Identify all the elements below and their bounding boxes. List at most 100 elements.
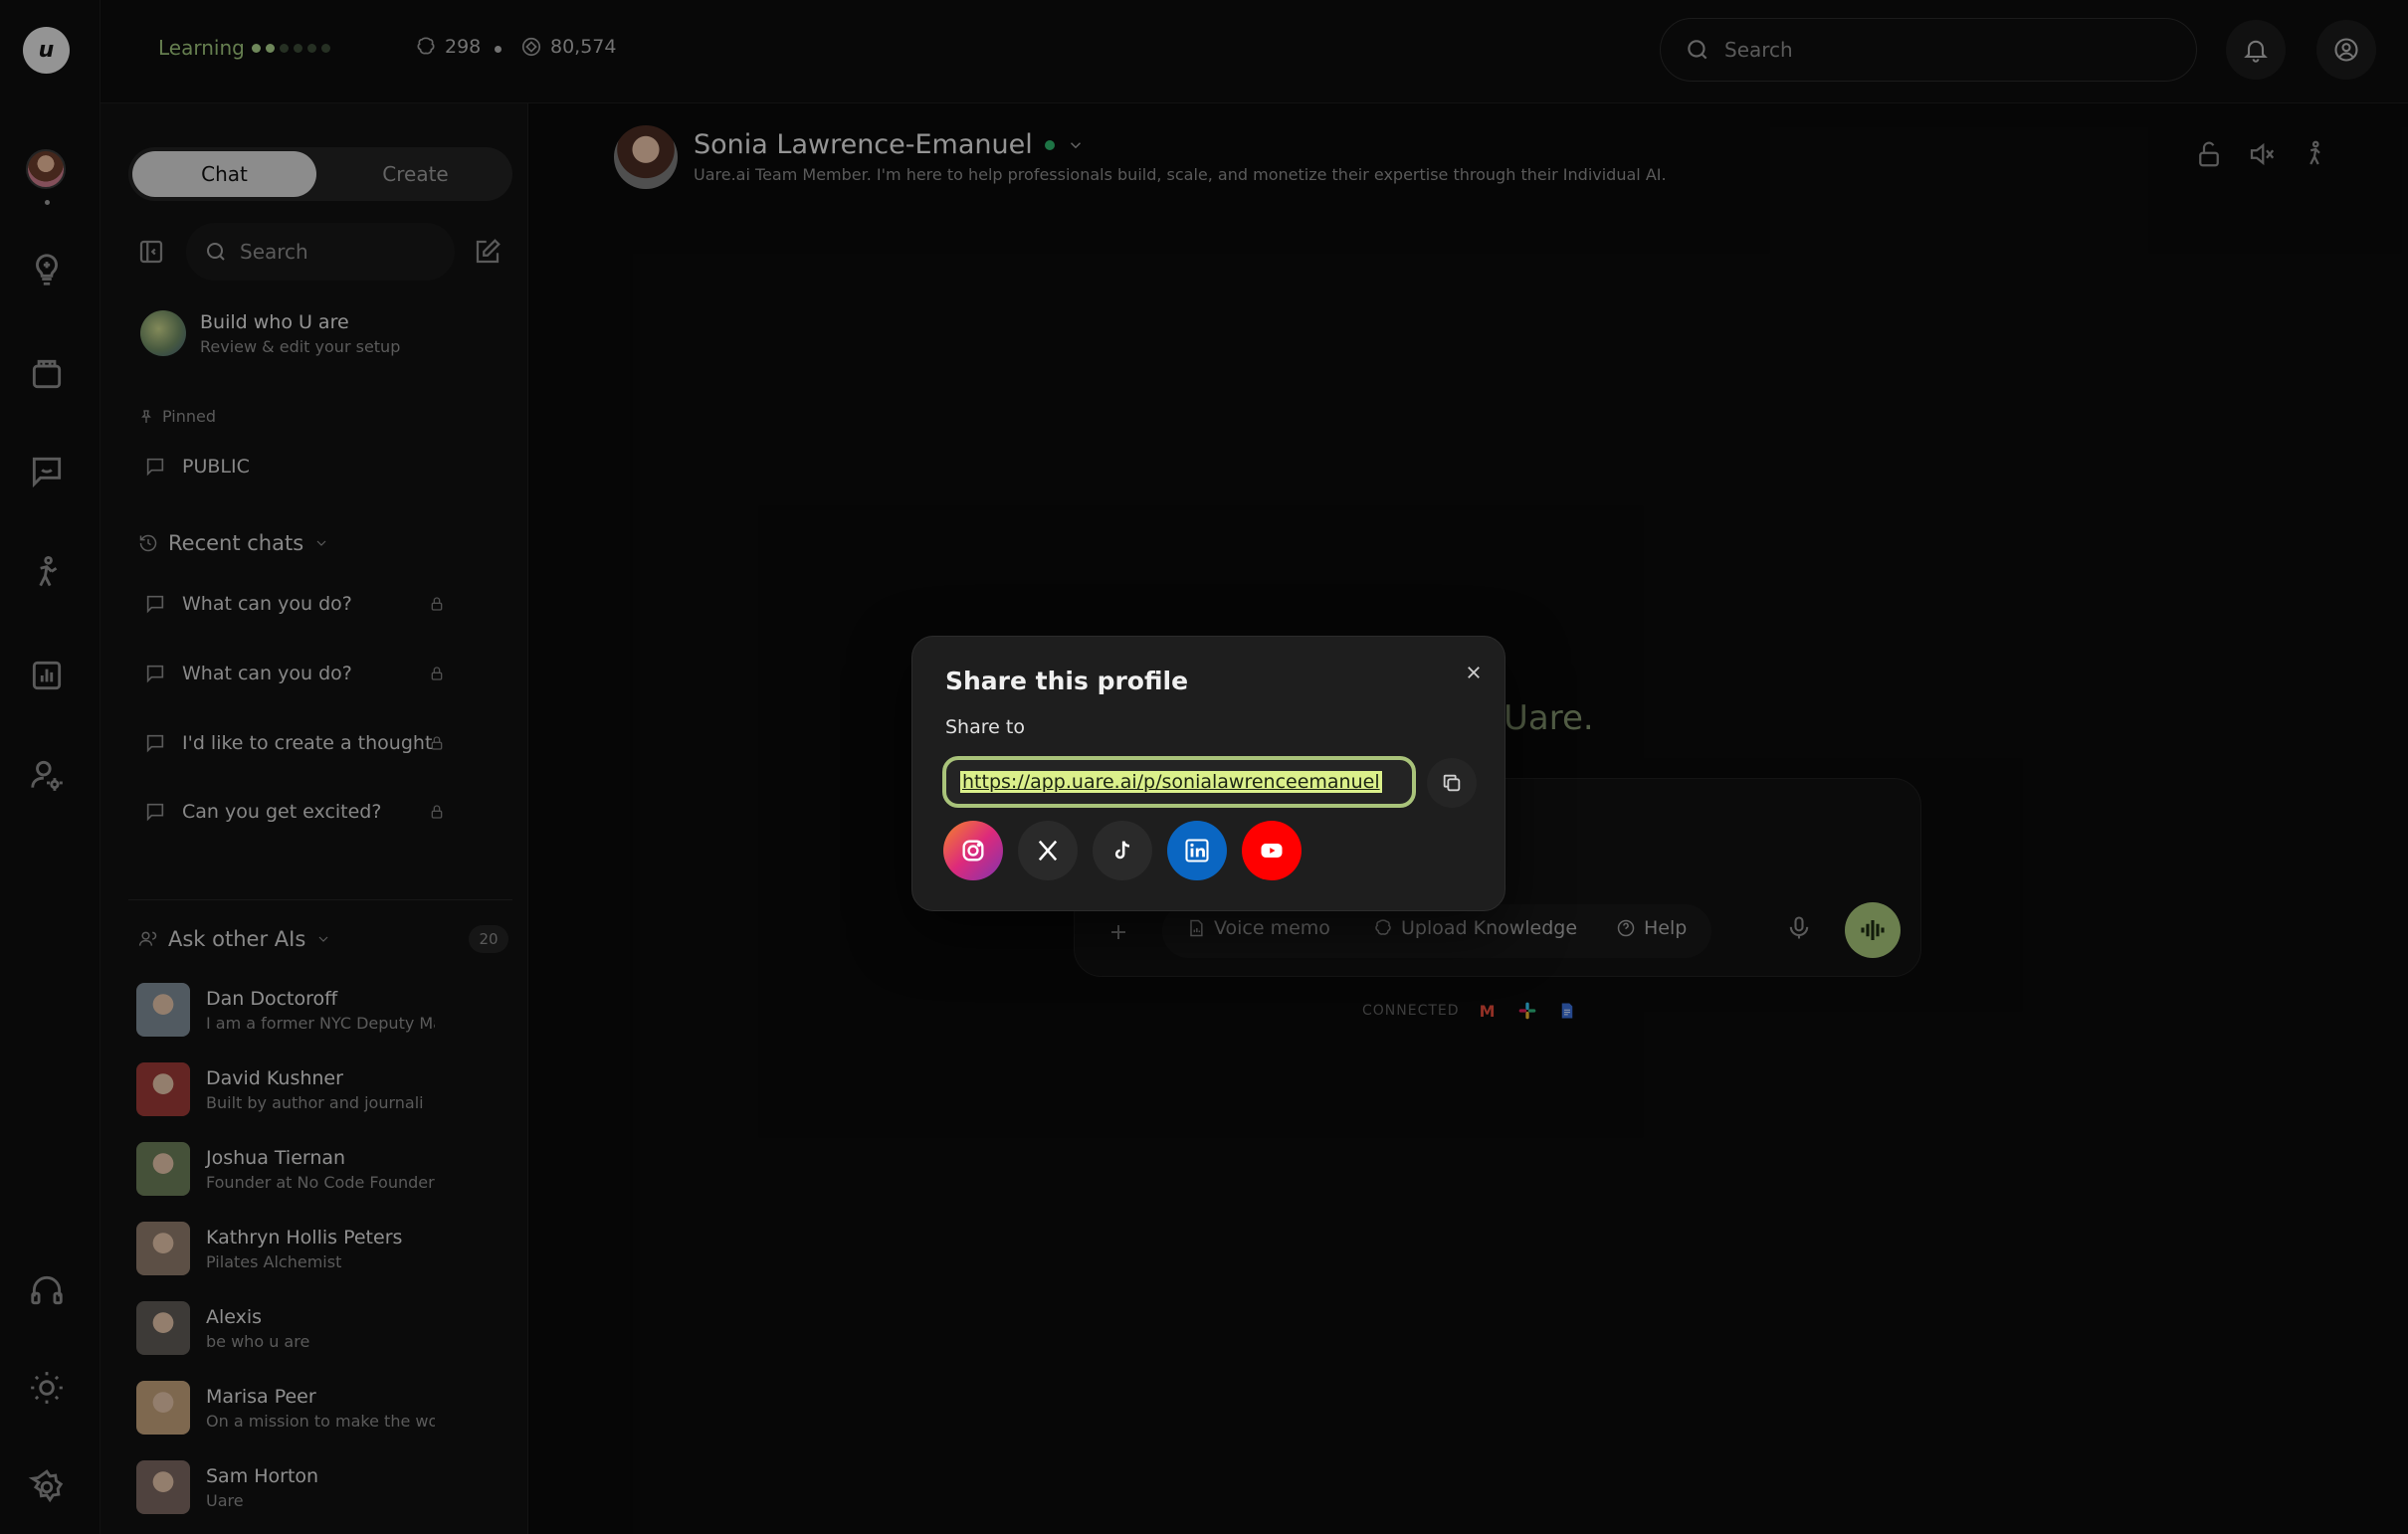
global-search[interactable] [1660,18,2197,82]
help-button[interactable]: Help [1616,917,1687,939]
lock-icon [429,665,445,682]
ask-other-ais-header[interactable]: Ask other AIs [138,927,331,951]
ai-person-name: Sam Horton [206,1464,319,1487]
microphone-icon [1789,916,1809,939]
build-who-u-are[interactable]: Build who U are Review & edit your setup [140,310,400,356]
app-logo[interactable]: u [23,27,70,74]
analytics-icon[interactable] [26,655,68,696]
recent-chat-label: What can you do? [182,663,352,684]
share-profile-modal: Share this profile Share to https://app.… [911,636,1505,911]
notifications-button[interactable] [2226,20,2286,80]
ai-person-avatar [136,1301,190,1355]
user-settings-icon[interactable] [26,754,68,796]
search-icon [207,243,225,261]
lightbulb-icon[interactable] [26,249,68,290]
ai-person-item[interactable]: Kathryn Hollis Peters Pilates Alchemist [136,1222,435,1275]
ai-person-avatar [136,1460,190,1514]
mute-icon[interactable] [2247,139,2281,173]
profile-url-field[interactable]: https://app.uare.ai/p/sonialawrenceemanu… [942,756,1416,808]
profile-header[interactable]: Sonia Lawrence-Emanuel [694,129,1085,160]
google-docs-icon[interactable] [1555,1001,1579,1021]
knowledge-count: 298 [445,36,482,58]
ai-person-item[interactable]: Marisa Peer On a mission to make the wor [136,1381,435,1435]
new-chat-icon[interactable] [473,237,502,267]
recent-chat-item[interactable]: Can you get excited? [144,801,493,823]
gear-icon[interactable] [26,1466,68,1508]
upload-knowledge-button[interactable]: Upload Knowledge [1373,917,1577,939]
ai-person-description: be who u are [206,1331,310,1351]
ai-person-text: David Kushner Built by author and journal… [206,1067,435,1112]
chat-smile-icon[interactable] [26,451,68,492]
ai-person-text: Kathryn Hollis Peters Pilates Alchemist [206,1227,435,1271]
recent-chat-label: I'd like to create a thought [182,732,433,754]
sidebar-divider [128,899,512,900]
library-icon[interactable] [26,353,68,395]
profile-avatar[interactable] [614,125,678,189]
copy-link-button[interactable] [1427,758,1477,808]
ai-person-item[interactable]: Sam Horton Uare [136,1460,435,1514]
user-circle-icon [2334,38,2358,62]
unlock-icon[interactable] [2194,139,2228,173]
active-indicator [45,200,50,205]
voice-memo-button[interactable]: Voice memo [1186,917,1330,939]
learning-dot [307,44,316,53]
figure-icon[interactable] [2300,139,2333,173]
share-tiktok-button[interactable] [1093,821,1152,880]
connected-label: CONNECTED [1362,1003,1460,1019]
ai-person-description: Uare [206,1490,244,1510]
share-linkedin-button[interactable] [1167,821,1227,880]
close-icon [1468,667,1480,678]
recent-chat-item[interactable]: What can you do? [144,593,493,615]
ai-person-avatar [136,1381,190,1435]
tab-create[interactable]: Create [323,151,507,197]
file-audio-icon [1190,919,1203,937]
pinned-item[interactable]: PUBLIC [144,456,493,478]
points-count: 80,574 [550,36,617,58]
headphones-icon[interactable] [26,1269,68,1311]
ai-person-item[interactable]: Dan Doctoroff I am a former NYC Deputy Ma… [136,983,435,1037]
chevron-down-icon [1070,141,1081,148]
tiktok-icon [1114,841,1130,860]
share-to-label: Share to [945,716,1025,738]
add-attachment-button[interactable] [1099,912,1138,952]
help-label: Help [1644,917,1688,939]
ai-count-badge: 20 [469,925,508,953]
chat-search-input[interactable] [240,240,439,264]
global-search-input[interactable] [1724,38,2142,62]
slack-icon[interactable] [1515,1001,1539,1021]
chat-search[interactable] [186,223,455,281]
ai-person-text: Alexis be who u are [206,1306,435,1351]
tab-chat[interactable]: Chat [132,151,316,197]
account-button[interactable] [2316,20,2376,80]
ai-person-item[interactable]: Joshua Tiernan Founder at No Code Founder… [136,1142,435,1196]
profile-url-text[interactable]: https://app.uare.ai/p/sonialawrenceemanu… [960,771,1382,793]
figure-icon[interactable] [26,552,68,594]
ai-person-description: Pilates Alchemist [206,1251,342,1271]
recent-chat-item[interactable]: What can you do? [144,663,493,684]
profile-description: Uare.ai Team Member. I'm here to help pr… [694,165,1667,184]
ai-person-item[interactable]: Alexis be who u are [136,1301,435,1355]
ai-person-text: Marisa Peer On a mission to make the wor [206,1386,435,1431]
microphone-button[interactable] [1785,914,1819,948]
recent-chats-header[interactable]: Recent chats [138,531,329,555]
points-icon [521,37,541,57]
app-root: u Learning 298 80,574 Search Chat Create… [0,0,2408,1534]
recent-chat-item[interactable]: I'd like to create a thought [144,732,493,754]
ai-person-item[interactable]: David Kushner Built by author and journal… [136,1062,435,1116]
share-x-button[interactable] [1018,821,1078,880]
copy-icon [1443,774,1461,792]
learning-dot [280,44,289,53]
collapse-sidebar-icon[interactable] [136,237,166,267]
ai-person-avatar [136,1062,190,1116]
brightness-icon[interactable] [26,1367,68,1409]
help-circle-icon [1617,919,1635,937]
share-instagram-button[interactable] [943,821,1003,880]
history-icon [139,534,157,552]
voice-mode-button[interactable] [1845,902,1901,958]
stat-separator [495,46,502,53]
learning-progress-dots [252,44,330,53]
my-avatar[interactable] [26,149,66,189]
gmail-icon[interactable]: M [1476,1001,1500,1021]
share-youtube-button[interactable] [1242,821,1302,880]
close-modal-button[interactable] [1460,659,1488,686]
